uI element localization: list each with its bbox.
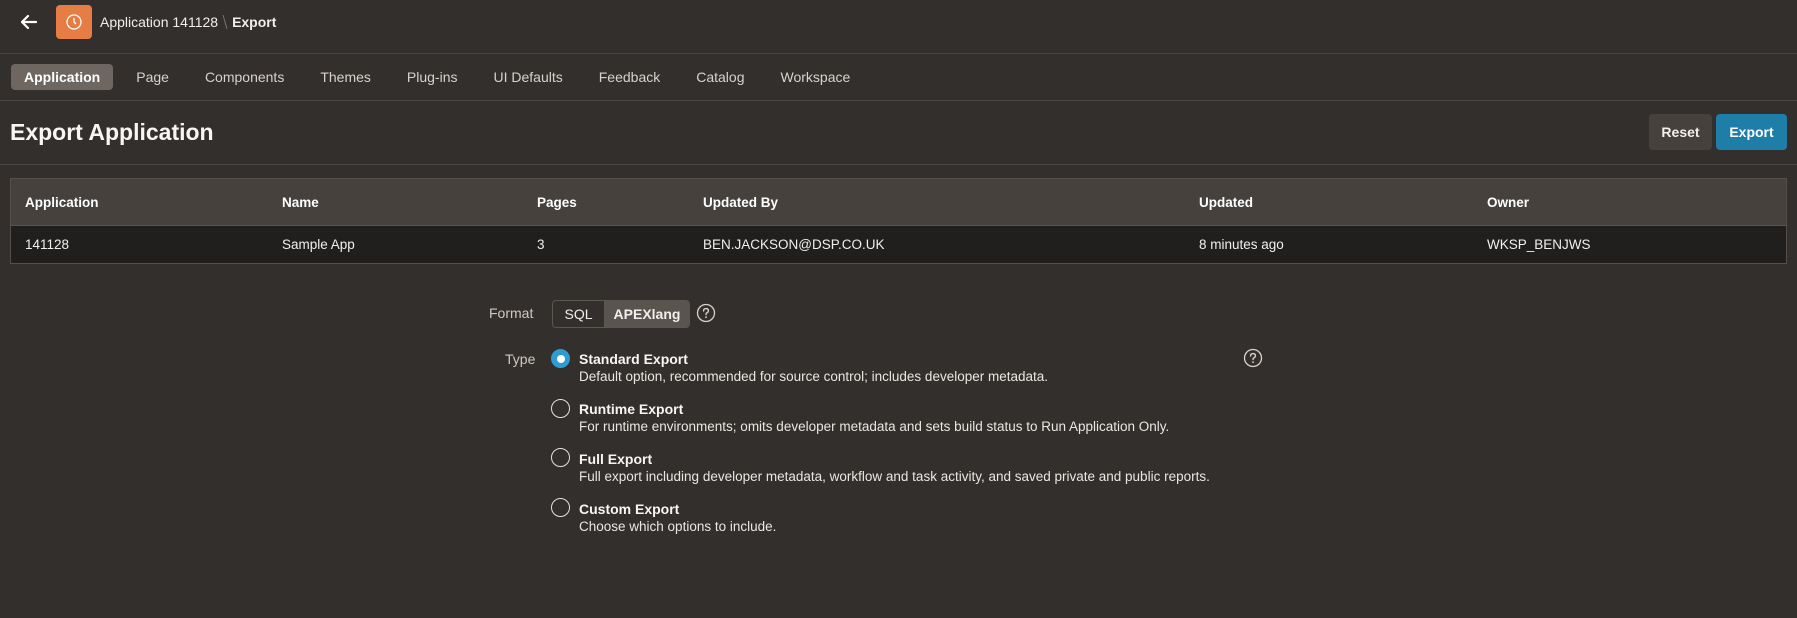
table-header: Application Name Pages Updated By Update… [11, 179, 1786, 226]
tab-catalog[interactable]: Catalog [683, 64, 757, 90]
top-bar: Application 141128 Export [0, 0, 1797, 54]
radio-standard-export[interactable] [551, 349, 570, 368]
option-desc-runtime-export: For runtime environments; omits develope… [579, 419, 1170, 434]
tab-page[interactable]: Page [123, 64, 182, 90]
format-option-apexlang[interactable]: APEXlang [605, 301, 689, 327]
option-title-standard-export: Standard Export [579, 351, 688, 367]
tab-themes[interactable]: Themes [307, 64, 384, 90]
option-title-runtime-export: Runtime Export [579, 401, 684, 417]
cell-owner: WKSP_BENJWS [1487, 237, 1591, 252]
column-header-pages: Pages [537, 195, 577, 210]
tab-workspace[interactable]: Workspace [768, 64, 864, 90]
divider [0, 164, 1797, 165]
option-desc-full-export: Full export including developer metadata… [579, 469, 1210, 484]
radio-full-export[interactable] [551, 448, 570, 467]
column-header-updated-by: Updated By [703, 195, 779, 210]
option-title-custom-export: Custom Export [579, 501, 680, 517]
tab-ui-defaults[interactable]: UI Defaults [481, 64, 576, 90]
cell-name: Sample App [282, 237, 355, 252]
breadcrumb-export: Export [232, 14, 277, 30]
cell-pages: 3 [537, 237, 545, 252]
format-selector: SQL APEXlang [552, 300, 690, 328]
breadcrumb-application[interactable]: Application 141128 [100, 14, 218, 30]
format-help-icon[interactable] [696, 303, 716, 323]
option-title-full-export: Full Export [579, 451, 653, 467]
column-header-updated: Updated [1199, 195, 1253, 210]
arrow-left-icon [21, 15, 37, 29]
tab-components[interactable]: Components [192, 64, 297, 90]
column-header-name: Name [282, 195, 319, 210]
cell-updated-by: BEN.JACKSON@DSP.CO.UK [703, 237, 885, 252]
breadcrumb-separator-icon [218, 13, 232, 31]
tab-plug-ins[interactable]: Plug-ins [394, 64, 471, 90]
application-table: Application Name Pages Updated By Update… [10, 178, 1787, 264]
reset-button[interactable]: Reset [1649, 114, 1712, 150]
page-title: Export Application [10, 119, 214, 145]
cell-updated: 8 minutes ago [1199, 237, 1284, 252]
option-desc-custom-export: Choose which options to include. [579, 519, 777, 534]
tab-application[interactable]: Application [11, 64, 114, 90]
column-header-owner: Owner [1487, 195, 1530, 210]
radio-custom-export[interactable] [551, 498, 570, 517]
option-desc-standard-export: Default option, recommended for source c… [579, 369, 1049, 384]
type-label: Type [505, 351, 536, 367]
breadcrumb: Application 141128 Export [100, 13, 276, 31]
tab-bar: Application Page Components Themes Plug-… [0, 54, 1797, 101]
format-label: Format [489, 305, 534, 321]
cell-application: 141128 [25, 237, 70, 252]
app-logo[interactable] [56, 5, 92, 39]
type-help-icon[interactable] [1243, 348, 1263, 368]
radio-runtime-export[interactable] [551, 399, 570, 418]
tab-feedback[interactable]: Feedback [586, 64, 673, 90]
table-row: 141128 Sample App 3 BEN.JACKSON@DSP.CO.U… [11, 226, 1786, 263]
format-option-sql[interactable]: SQL [553, 301, 605, 327]
clock-icon [66, 14, 82, 30]
column-header-application: Application [25, 195, 99, 210]
back-button[interactable] [16, 10, 42, 34]
export-button[interactable]: Export [1716, 114, 1787, 150]
